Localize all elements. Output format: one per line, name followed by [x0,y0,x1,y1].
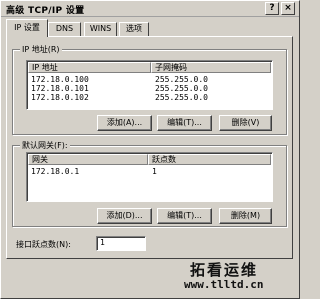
column-header-ip[interactable]: IP 地址 [28,62,151,73]
edit-ip-button[interactable]: 编辑(T)... [157,115,212,131]
watermark-url: www.tlltd.cn [184,278,264,291]
ip-row-3-mask[interactable]: 255.255.0.0 [155,93,208,102]
tab-ip-settings[interactable]: IP 设置 [6,19,48,37]
add-ip-button[interactable]: 添加(A)... [97,115,152,131]
ip-row-1-mask[interactable]: 255.255.0.0 [155,75,208,84]
close-button[interactable]: × [281,2,295,15]
tab-options[interactable]: 选项 [119,22,149,36]
tab-dns[interactable]: DNS [48,22,81,36]
ip-row-1-address[interactable]: 172.18.0.100 [31,75,89,84]
gateway-group-label: 默认网关(F): [20,140,70,151]
ip-row-3-address[interactable]: 172.18.0.102 [31,93,89,102]
watermark-text: 拓看运维 [190,261,259,279]
gateway-row-1-metric[interactable]: 1 [152,167,157,176]
window-title: 高级 TCP/IP 设置 [6,6,85,16]
ip-address-group-label: IP 地址(R) [20,44,62,55]
ip-row-2-mask[interactable]: 255.255.0.0 [155,84,208,93]
column-header-metric[interactable]: 跃点数 [148,154,271,165]
interface-metric-label: 接口跃点数(N): [16,240,71,249]
column-header-subnet[interactable]: 子网掩码 [151,62,271,73]
column-header-gateway[interactable]: 网关 [28,154,148,165]
gateway-row-1-address[interactable]: 172.18.0.1 [31,167,79,176]
remove-ip-button[interactable]: 删除(V) [219,115,272,131]
add-gateway-button[interactable]: 添加(D)... [97,208,152,224]
ip-row-2-address[interactable]: 172.18.0.101 [31,84,89,93]
tab-wins[interactable]: WINS [84,22,117,36]
edit-gateway-button[interactable]: 编辑(T)... [157,208,212,224]
interface-metric-input[interactable]: 1 [96,236,146,251]
remove-gateway-button[interactable]: 删除(M) [219,208,272,224]
help-button[interactable]: ? [265,2,279,15]
